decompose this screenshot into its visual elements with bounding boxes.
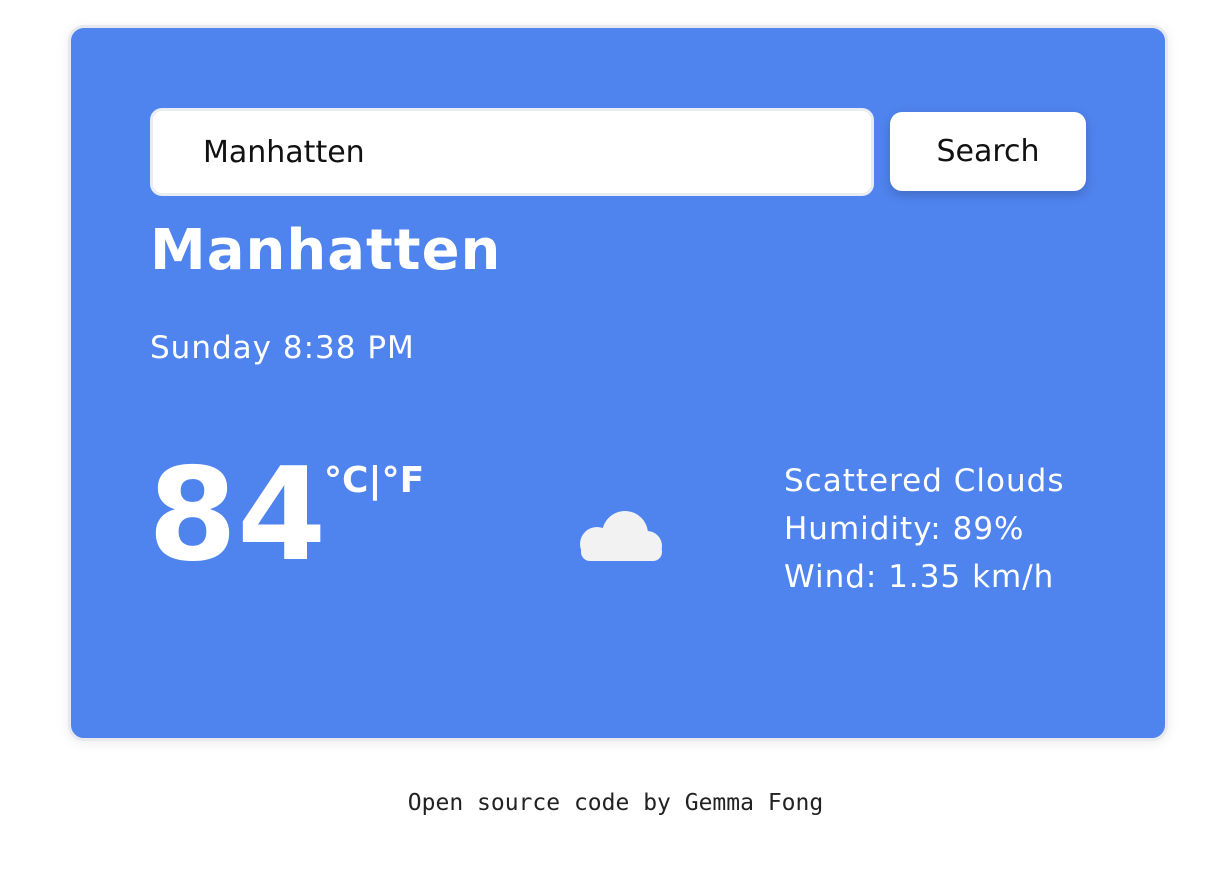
weather-details: Scattered Clouds Humidity: 89% Wind: 1.3… bbox=[784, 457, 1064, 601]
wind-value: Wind: 1.35 km/h bbox=[784, 559, 1055, 595]
search-button[interactable]: Search bbox=[890, 112, 1086, 191]
author-credit: by Gemma Fong bbox=[629, 790, 824, 816]
unit-toggle: °C|°F bbox=[324, 460, 424, 501]
search-input[interactable] bbox=[150, 108, 874, 196]
humidity-value: Humidity: 89% bbox=[784, 511, 1025, 547]
source-code-link[interactable]: Open source code bbox=[408, 790, 630, 816]
temperature-value: 84 bbox=[148, 441, 327, 590]
date-time: Sunday 8:38 PM bbox=[150, 330, 415, 366]
cloud-icon bbox=[580, 511, 662, 561]
celsius-link[interactable]: °C bbox=[324, 460, 368, 501]
weather-card: Search Manhatten Sunday 8:38 PM 84 °C|°F… bbox=[68, 25, 1168, 741]
weather-description: Scattered Clouds bbox=[784, 463, 1065, 499]
unit-separator: | bbox=[368, 460, 382, 501]
footer: Open source code by Gemma Fong bbox=[0, 790, 1231, 816]
fahrenheit-link[interactable]: °F bbox=[382, 460, 425, 501]
city-name: Manhatten bbox=[150, 218, 502, 283]
